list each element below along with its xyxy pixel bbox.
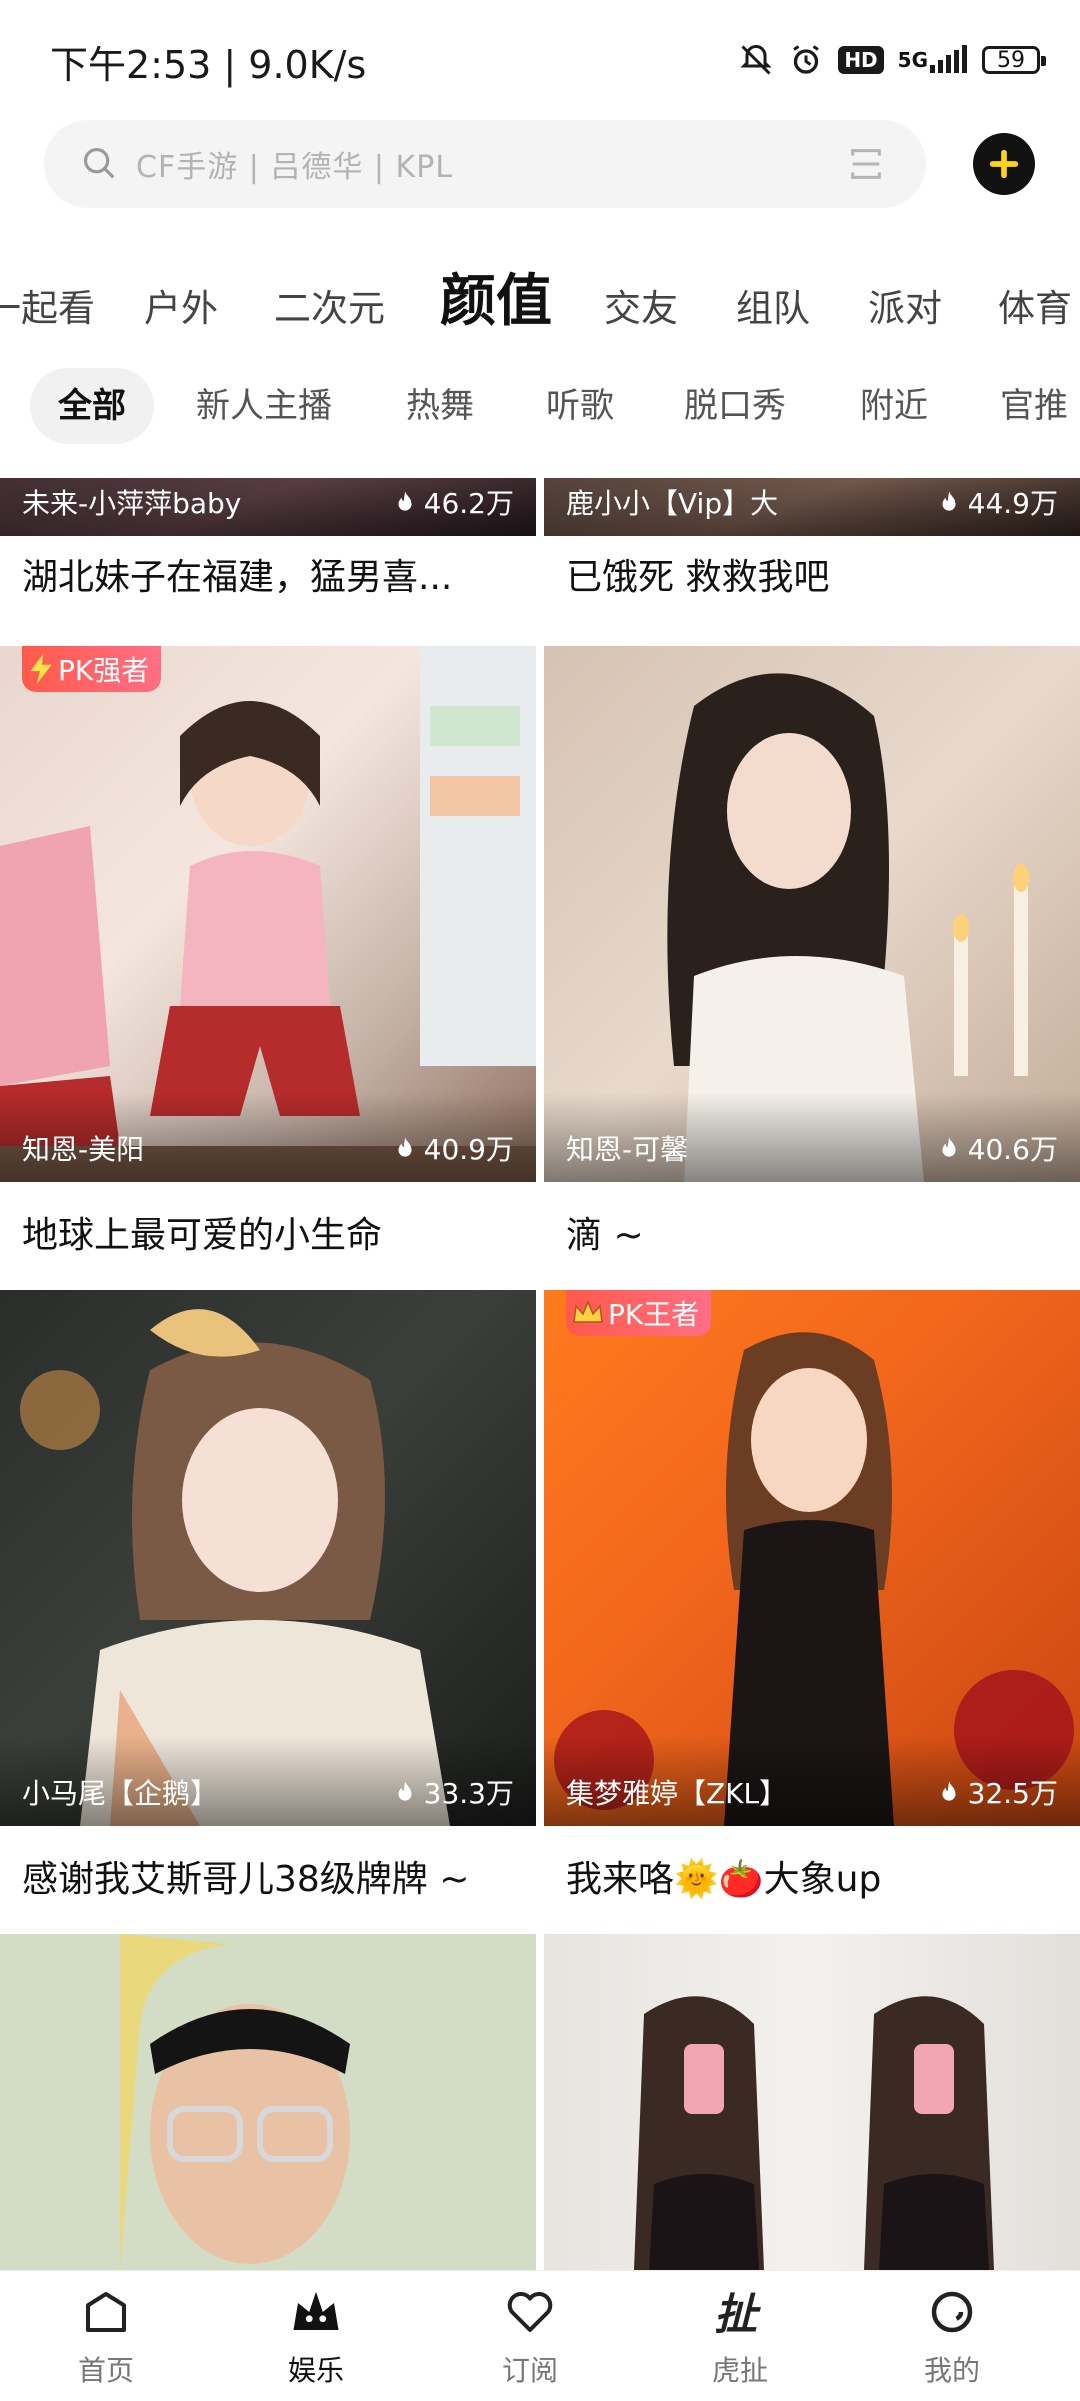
viewer-count: 40.6万 [936, 1128, 1058, 1168]
room-thumbnail: 小马尾【企鹅】 33.3万 [0, 1290, 536, 1826]
scan-icon[interactable] [846, 144, 886, 188]
nav-profile[interactable]: 我的 [892, 2285, 1012, 2389]
pk-badge: PK王者 [566, 1290, 712, 1336]
anchor-name: 鹿小小【Vip】大 [566, 487, 779, 520]
viewer-count: 44.9万 [936, 482, 1058, 522]
room-title: 感谢我艾斯哥儿38级牌牌 ~ [22, 1859, 470, 1900]
category-tab[interactable]: 交友 [604, 278, 678, 332]
room-thumbnail: 集梦雅婷【ZKL】 32.5万 [544, 1290, 1080, 1826]
sub-tab[interactable]: 听歌 [546, 368, 614, 444]
room-thumbnail: 鹿小小【Vip】大 44.9万 [544, 478, 1080, 536]
nav-label: 订阅 [501, 2354, 558, 2387]
network-label: 5G [897, 48, 928, 72]
nav-label: 首页 [77, 2354, 134, 2387]
category-tab[interactable]: 二次元 [274, 278, 385, 332]
nav-huche[interactable]: 扯 虎扯 [680, 2285, 800, 2389]
room-title: 已饿死 救救我吧 [566, 557, 830, 598]
flame-icon [942, 491, 956, 511]
flame-icon [942, 1137, 956, 1157]
nav-label: 虎扯 [711, 2354, 768, 2387]
sub-tab[interactable]: 附近 [860, 368, 928, 444]
room-thumbnail [544, 1934, 1080, 2270]
entertainment-icon [293, 2291, 339, 2330]
room-thumbnail: 未来-小萍萍baby 46.2万 [0, 478, 536, 536]
nav-home[interactable]: 首页 [46, 2285, 166, 2389]
battery-indicator: 59 [982, 46, 1046, 74]
viewer-count: 40.9万 [392, 1128, 514, 1168]
crown-icon [573, 1300, 603, 1323]
hd-badge: HD [838, 46, 884, 74]
flame-icon [942, 1781, 956, 1801]
heart-icon [507, 2291, 553, 2333]
signal-icon: 5G [898, 45, 968, 75]
category-tab[interactable]: 户外 [144, 278, 218, 332]
live-room-card[interactable] [544, 1934, 1080, 2270]
room-title: 我来咯🌞🍅大象up [566, 1859, 882, 1900]
status-icons: HD 5G 59 [738, 38, 1046, 82]
sub-tab[interactable]: 热舞 [406, 368, 474, 444]
home-icon [85, 2291, 127, 2333]
search-placeholder: CF手游 | 吕德华 | KPL [136, 150, 454, 185]
live-room-grid: 未来-小萍萍baby 46.2万 湖北妹子在福建，猛男喜... 鹿小小【Vip】… [0, 478, 1080, 2270]
flame-icon [398, 1781, 412, 1801]
room-thumbnail: 知恩-美阳 40.9万 [0, 646, 536, 1182]
status-time: 下午2:53 | 9.0K/s [50, 43, 367, 87]
sub-tab[interactable]: 官推 [1000, 368, 1068, 444]
status-bar: 下午2:53 | 9.0K/s HD 5G 59 [0, 0, 1080, 110]
nav-label: 娱乐 [287, 2354, 344, 2387]
category-tab[interactable]: 体育 [998, 278, 1072, 332]
bottom-nav: 首页 娱乐 订阅 扯 虎扯 我的 [0, 2270, 1080, 2401]
live-room-card[interactable] [0, 1934, 536, 2270]
category-tab[interactable]: 一起看 [0, 278, 95, 332]
room-title: 地球上最可爱的小生命 [22, 1215, 383, 1256]
search-bar[interactable]: CF手游 | 吕德华 | KPL [44, 120, 926, 208]
svg-text:扯: 扯 [714, 2290, 761, 2339]
room-thumbnail [0, 1934, 536, 2270]
plus-icon [989, 149, 1019, 179]
category-tab[interactable]: 组队 [736, 278, 810, 332]
lightning-icon [30, 654, 52, 684]
nav-subscribe[interactable]: 订阅 [470, 2285, 590, 2389]
thumbnail-art [634, 1996, 994, 2270]
mute-bell-icon [738, 42, 774, 78]
profile-icon [931, 2291, 973, 2333]
sub-tabs: 全部 新人主播 热舞 听歌 脱口秀 附近 官推 [0, 368, 1080, 448]
anchor-name: 小马尾【企鹅】 [22, 1777, 219, 1810]
flame-icon [398, 491, 412, 511]
room-thumbnail: 知恩-可馨 40.6万 [544, 646, 1080, 1182]
sub-tab[interactable]: 脱口秀 [684, 368, 786, 444]
pk-badge: PK强者 [22, 646, 162, 692]
flame-icon [398, 1137, 412, 1157]
sub-tab[interactable]: 新人主播 [196, 368, 332, 444]
anchor-name: 知恩-可馨 [566, 1133, 689, 1166]
room-title: 湖北妹子在福建，猛男喜... [22, 557, 453, 598]
huche-icon: 扯 [714, 2290, 761, 2340]
live-room-card[interactable]: 小马尾【企鹅】 33.3万 感谢我艾斯哥儿38级牌牌 ~ [0, 1290, 536, 1910]
category-tab[interactable]: 派对 [868, 278, 942, 332]
live-room-card[interactable]: 知恩-美阳 40.9万 PK强者 地球上最可爱的小生命 [0, 646, 536, 1266]
thumbnail-art [120, 1934, 350, 2270]
viewer-count: 46.2万 [392, 482, 514, 522]
viewer-count: 32.5万 [936, 1772, 1058, 1812]
nav-label: 我的 [923, 2354, 980, 2387]
nav-entertainment[interactable]: 娱乐 [256, 2285, 376, 2389]
category-tab-active[interactable]: 颜值 [440, 256, 552, 337]
live-room-card[interactable]: 知恩-可馨 40.6万 滴 ~ [544, 646, 1080, 1266]
live-room-card[interactable]: 鹿小小【Vip】大 44.9万 已饿死 救救我吧 [544, 478, 1080, 608]
viewer-count: 33.3万 [392, 1772, 514, 1812]
alarm-icon [788, 42, 824, 78]
live-room-card[interactable]: 未来-小萍萍baby 46.2万 湖北妹子在福建，猛男喜... [0, 478, 536, 608]
room-title: 滴 ~ [566, 1215, 644, 1256]
anchor-name: 知恩-美阳 [22, 1133, 145, 1166]
anchor-name: 集梦雅婷【ZKL】 [566, 1777, 788, 1810]
search-icon [80, 144, 118, 186]
category-tabs: 一起看 户外 二次元 颜值 交友 组队 派对 体育 [0, 238, 1080, 348]
add-button[interactable] [973, 133, 1035, 195]
sub-tab-active[interactable]: 全部 [30, 368, 154, 444]
live-room-card[interactable]: 集梦雅婷【ZKL】 32.5万 PK王者 我来咯🌞🍅大象up [544, 1290, 1080, 1910]
anchor-name: 未来-小萍萍baby [22, 487, 242, 520]
